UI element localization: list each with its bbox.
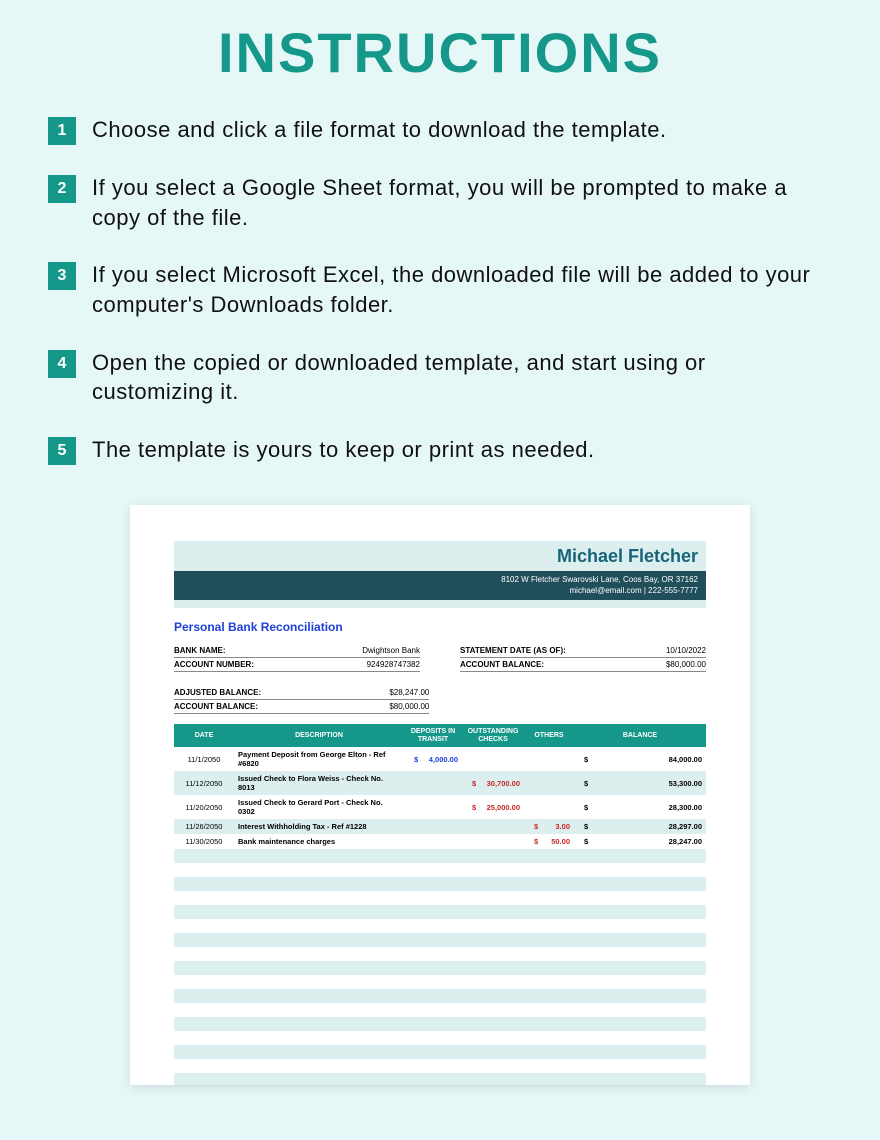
col-outstanding: OUTSTANDING CHECKS bbox=[462, 724, 524, 747]
instruction-number: 4 bbox=[48, 350, 76, 378]
col-deposits: DEPOSITS IN TRANSIT bbox=[404, 724, 462, 747]
field-account-number: ACCOUNT NUMBER: 924928747382 bbox=[174, 658, 420, 672]
table-row bbox=[174, 989, 706, 1003]
label: ADJUSTED BALANCE: bbox=[174, 688, 261, 697]
template-preview: Michael Fletcher 8102 W Fletcher Swarovs… bbox=[130, 505, 750, 1085]
table-row bbox=[174, 1059, 706, 1073]
instructions-list: 1 Choose and click a file format to downl… bbox=[0, 115, 880, 465]
value: 924928747382 bbox=[367, 660, 420, 669]
value: 10/10/2022 bbox=[666, 646, 706, 655]
preview-summary: ADJUSTED BALANCE: $28,247.00 ACCOUNT BALA… bbox=[174, 686, 429, 714]
field-statement-date: STATEMENT DATE (AS OF): 10/10/2022 bbox=[460, 644, 706, 658]
instruction-text: Open the copied or downloaded template, … bbox=[92, 348, 832, 407]
label: ACCOUNT BALANCE: bbox=[460, 660, 544, 669]
instruction-item: 1 Choose and click a file format to downl… bbox=[48, 115, 832, 145]
table-row: 11/26/2050Interest Withholding Tax - Ref… bbox=[174, 819, 706, 834]
table-row bbox=[174, 961, 706, 975]
instruction-number: 5 bbox=[48, 437, 76, 465]
label: STATEMENT DATE (AS OF): bbox=[460, 646, 566, 655]
col-date: DATE bbox=[174, 724, 234, 747]
instruction-item: 4 Open the copied or downloaded template,… bbox=[48, 348, 832, 407]
label: BANK NAME: bbox=[174, 646, 226, 655]
table-row bbox=[174, 947, 706, 961]
table-row bbox=[174, 863, 706, 877]
preview-contact-band: 8102 W Fletcher Swarovski Lane, Coos Bay… bbox=[174, 571, 706, 600]
table-header-row: DATE DESCRIPTION DEPOSITS IN TRANSIT OUT… bbox=[174, 724, 706, 747]
instruction-item: 3 If you select Microsoft Excel, the down… bbox=[48, 260, 832, 319]
table-row bbox=[174, 1017, 706, 1031]
preview-contact: michael@email.com | 222-555-7777 bbox=[182, 586, 698, 596]
instruction-text: If you select Microsoft Excel, the downl… bbox=[92, 260, 832, 319]
table-row bbox=[174, 975, 706, 989]
col-balance: BALANCE bbox=[574, 724, 706, 747]
table-row bbox=[174, 849, 706, 863]
table-row bbox=[174, 933, 706, 947]
field-account-balance: ACCOUNT BALANCE: $80,000.00 bbox=[460, 658, 706, 672]
value: $28,247.00 bbox=[389, 688, 429, 697]
table-row bbox=[174, 919, 706, 933]
table-row bbox=[174, 1045, 706, 1059]
field-adjusted-balance: ADJUSTED BALANCE: $28,247.00 bbox=[174, 686, 429, 700]
preview-section-title: Personal Bank Reconciliation bbox=[174, 620, 706, 634]
instruction-item: 2 If you select a Google Sheet format, yo… bbox=[48, 173, 832, 232]
value: $80,000.00 bbox=[389, 702, 429, 711]
table-row bbox=[174, 1003, 706, 1017]
label: ACCOUNT BALANCE: bbox=[174, 702, 258, 711]
page-title: INSTRUCTIONS bbox=[0, 0, 880, 115]
preview-address: 8102 W Fletcher Swarovski Lane, Coos Bay… bbox=[182, 575, 698, 585]
table-row bbox=[174, 1073, 706, 1085]
table-row: 11/20/2050Issued Check to Gerard Port - … bbox=[174, 795, 706, 819]
instruction-number: 3 bbox=[48, 262, 76, 290]
preview-info-grid: BANK NAME: Dwightson Bank ACCOUNT NUMBER:… bbox=[174, 644, 706, 672]
value: Dwightson Bank bbox=[362, 646, 420, 655]
preview-name: Michael Fletcher bbox=[174, 541, 706, 571]
col-description: DESCRIPTION bbox=[234, 724, 404, 747]
col-others: OTHERS bbox=[524, 724, 574, 747]
instruction-item: 5 The template is yours to keep or print … bbox=[48, 435, 832, 465]
instruction-text: The template is yours to keep or print a… bbox=[92, 435, 595, 465]
field-bank-name: BANK NAME: Dwightson Bank bbox=[174, 644, 420, 658]
preview-accent-band bbox=[174, 600, 706, 608]
table-row bbox=[174, 1031, 706, 1045]
instruction-text: Choose and click a file format to downlo… bbox=[92, 115, 667, 145]
table-row: 11/1/2050Payment Deposit from George Elt… bbox=[174, 747, 706, 771]
table-row: 11/30/2050Bank maintenance charges$50.00… bbox=[174, 834, 706, 849]
table-row: 11/12/2050Issued Check to Flora Weiss - … bbox=[174, 771, 706, 795]
label: ACCOUNT NUMBER: bbox=[174, 660, 254, 669]
field-summary-account-balance: ACCOUNT BALANCE: $80,000.00 bbox=[174, 700, 429, 714]
instruction-number: 1 bbox=[48, 117, 76, 145]
table-row bbox=[174, 877, 706, 891]
preview-table: DATE DESCRIPTION DEPOSITS IN TRANSIT OUT… bbox=[174, 724, 706, 1085]
table-row bbox=[174, 905, 706, 919]
table-row bbox=[174, 891, 706, 905]
value: $80,000.00 bbox=[666, 660, 706, 669]
instruction-text: If you select a Google Sheet format, you… bbox=[92, 173, 832, 232]
instruction-number: 2 bbox=[48, 175, 76, 203]
